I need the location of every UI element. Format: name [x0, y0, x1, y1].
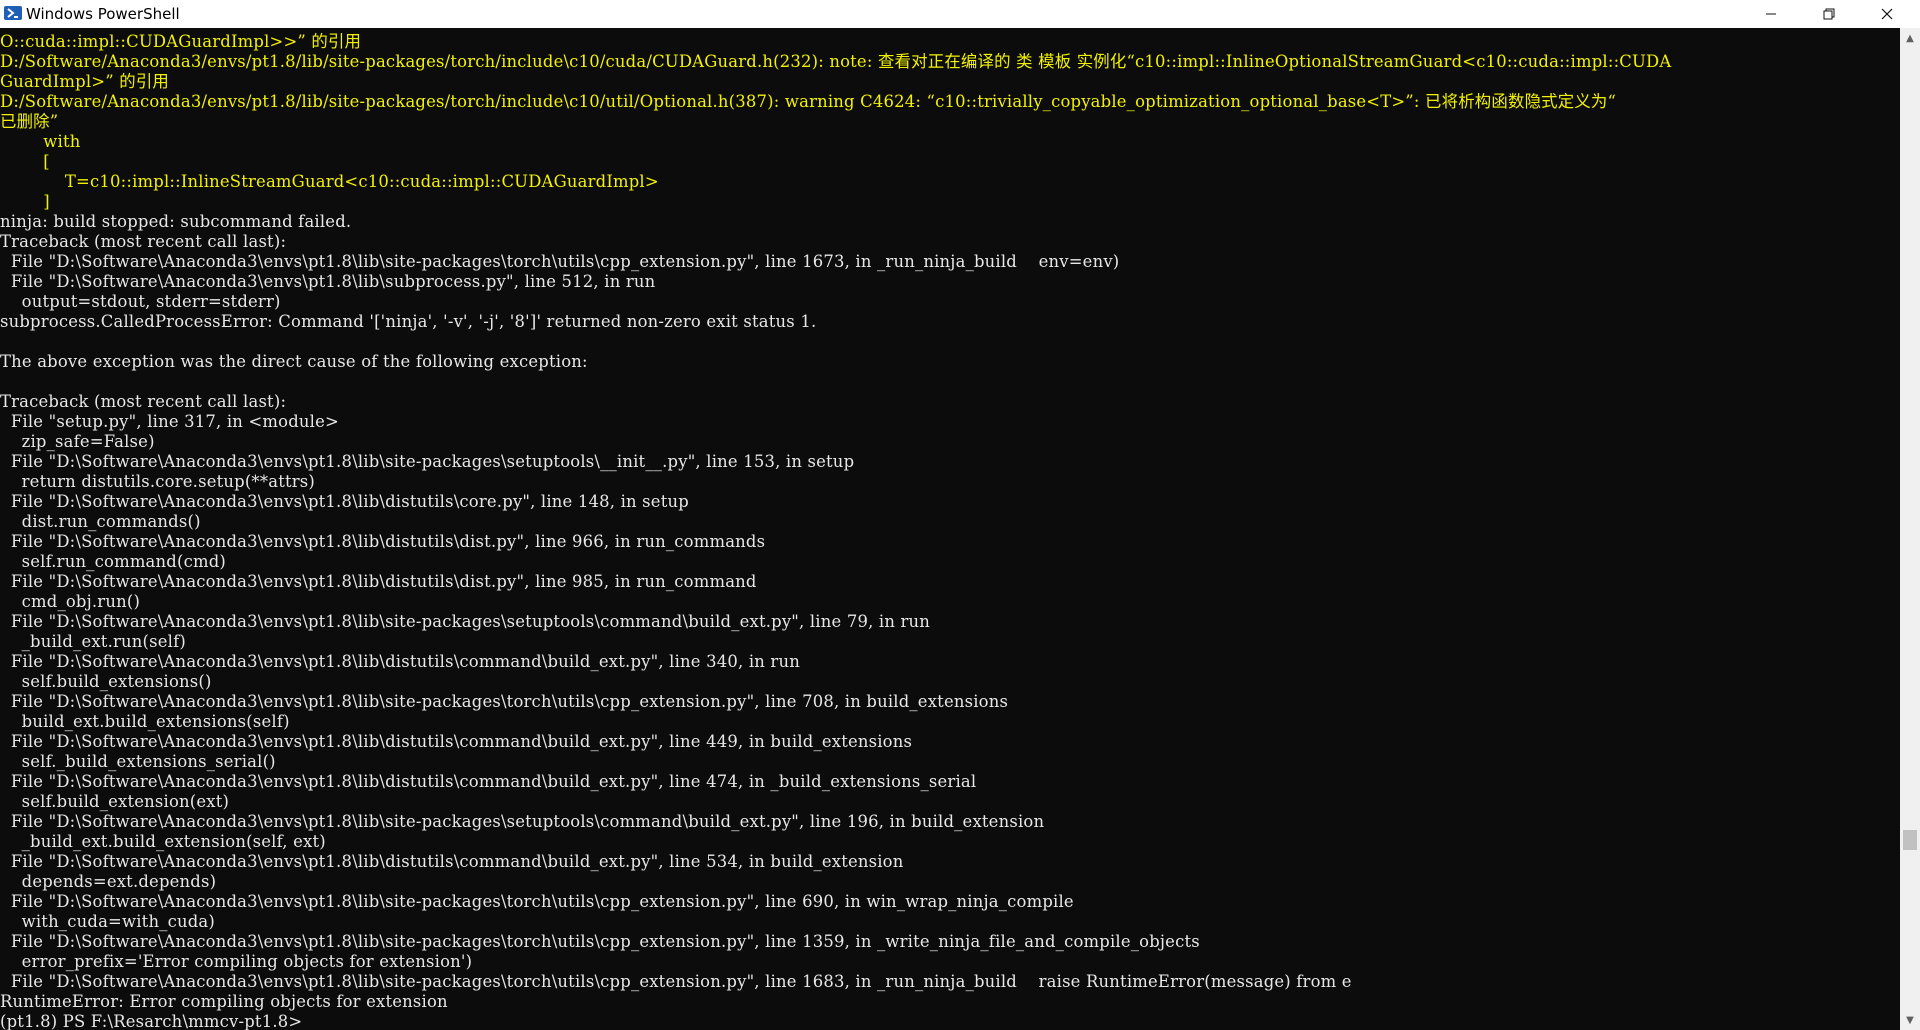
console-line: O::cuda::impl::CUDAGuardImpl>>” 的引用 [0, 32, 362, 51]
console-line: The above exception was the direct cause… [0, 352, 588, 371]
console-line: File "D:\Software\Anaconda3\envs\pt1.8\l… [0, 852, 904, 871]
scroll-up-icon[interactable]: ▲ [1900, 28, 1920, 48]
console-line: [ [0, 152, 50, 171]
console-line: File "D:\Software\Anaconda3\envs\pt1.8\l… [0, 892, 1074, 911]
console-line: build_ext.build_extensions(self) [0, 712, 290, 731]
console-line: ninja: build stopped: subcommand failed. [0, 212, 352, 231]
console-line: error_prefix='Error compiling objects fo… [0, 952, 473, 971]
console-line: File "D:\Software\Anaconda3\envs\pt1.8\l… [0, 572, 757, 591]
console-line: File "D:\Software\Anaconda3\envs\pt1.8\l… [0, 772, 977, 791]
console-line: self._build_extensions_serial() [0, 752, 276, 771]
console-line: File "D:\Software\Anaconda3\envs\pt1.8\l… [0, 812, 1045, 831]
scroll-down-icon[interactable]: ▼ [1900, 1010, 1920, 1030]
powershell-icon [4, 6, 22, 20]
console-line: File "D:\Software\Anaconda3\envs\pt1.8\l… [0, 652, 800, 671]
console-line: File "D:\Software\Anaconda3\envs\pt1.8\l… [0, 972, 1352, 991]
console-line: dist.run_commands() [0, 512, 201, 531]
console-line: cmd_obj.run() [0, 592, 141, 611]
console-line: return distutils.core.setup(**attrs) [0, 472, 316, 491]
console-line: _build_ext.build_extension(self, ext) [0, 832, 326, 851]
console-line: _build_ext.run(self) [0, 632, 186, 651]
console-line: (pt1.8) PS F:\Resarch\mmcv-pt1.8> [0, 1012, 303, 1030]
console-line: subprocess.CalledProcessError: Command '… [0, 312, 817, 331]
console-line: File "D:\Software\Anaconda3\envs\pt1.8\l… [0, 492, 689, 511]
window-title: Windows PowerShell [26, 5, 180, 23]
console-line: File "D:\Software\Anaconda3\envs\pt1.8\l… [0, 532, 766, 551]
console-line: self.build_extension(ext) [0, 792, 230, 811]
console-line: T=c10::impl::InlineStreamGuard<c10::cuda… [0, 172, 659, 191]
console-line: RuntimeError: Error compiling objects fo… [0, 992, 448, 1011]
restore-icon[interactable] [1806, 0, 1852, 28]
console-line: Traceback (most recent call last): [0, 232, 287, 251]
console-line: with [0, 132, 81, 151]
console-line: zip_safe=False) [0, 432, 155, 451]
close-icon[interactable] [1864, 0, 1910, 28]
console-line: D:/Software/Anaconda3/envs/pt1.8/lib/sit… [0, 52, 1672, 71]
console-line: File "D:\Software\Anaconda3\envs\pt1.8\l… [0, 612, 931, 631]
console-line: Traceback (most recent call last): [0, 392, 287, 411]
console-line: with_cuda=with_cuda) [0, 912, 215, 931]
console-line: 已删除” [0, 112, 59, 131]
console-line: File "setup.py", line 317, in <module> [0, 412, 339, 431]
console-line: output=stdout, stderr=stderr) [0, 292, 281, 311]
console-line: File "D:\Software\Anaconda3\envs\pt1.8\l… [0, 272, 656, 291]
console-line: File "D:\Software\Anaconda3\envs\pt1.8\l… [0, 932, 1200, 951]
console-line: GuardImpl>” 的引用 [0, 72, 169, 91]
vertical-scrollbar[interactable]: ▲ ▼ [1900, 28, 1920, 1030]
console-line: File "D:\Software\Anaconda3\envs\pt1.8\l… [0, 452, 855, 471]
minimize-icon[interactable] [1748, 0, 1794, 28]
console-line: File "D:\Software\Anaconda3\envs\pt1.8\l… [0, 732, 913, 751]
console-line: depends=ext.depends) [0, 872, 217, 891]
console-line: D:/Software/Anaconda3/envs/pt1.8/lib/sit… [0, 92, 1617, 111]
title-bar[interactable]: Windows PowerShell [0, 0, 1920, 28]
console-line: File "D:\Software\Anaconda3\envs\pt1.8\l… [0, 692, 1009, 711]
scrollbar-thumb[interactable] [1903, 830, 1917, 850]
console-line: self.build_extensions() [0, 672, 212, 691]
console-line: File "D:\Software\Anaconda3\envs\pt1.8\l… [0, 252, 1120, 271]
console-line: ] [0, 192, 50, 211]
console-output[interactable]: O::cuda::impl::CUDAGuardImpl>>” 的引用 D:/So… [0, 28, 1900, 1030]
powershell-window: Windows PowerShell O::cuda::impl::CUDAGu… [0, 0, 1920, 1030]
console-line: self.run_command(cmd) [0, 552, 226, 571]
